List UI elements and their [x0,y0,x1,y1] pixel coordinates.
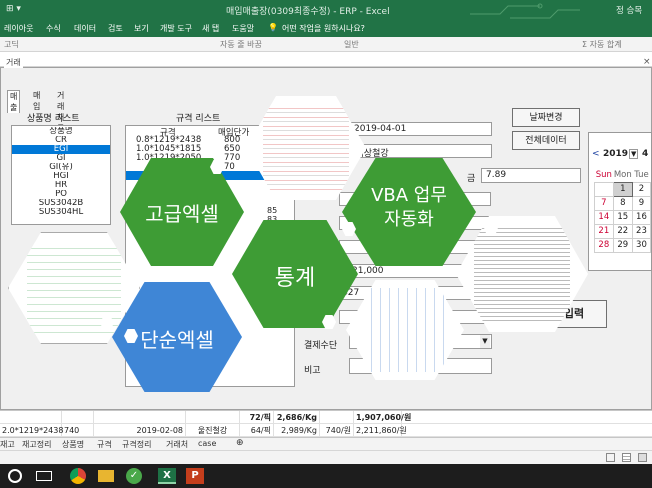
ribbon-tabs: 레이아웃 수식 데이터 검토 보기 개발 도구 새 탭 도움말 💡 어떤 작업을… [0,20,652,37]
list-item[interactable]: HR [12,181,110,190]
page-break-icon[interactable] [638,453,647,462]
form-title: 거래 [4,57,23,68]
quick-access-toolbar[interactable]: ⊞ ▾ [6,4,21,14]
unit-price-field[interactable]: 7.89 [481,168,581,183]
chevron-down-icon[interactable]: ▼ [629,149,639,159]
list-item[interactable]: GI [12,154,110,163]
table-row[interactable]: 72/픽 2,686/Kg 1,907,060/원 [0,411,652,424]
wrap-text-button[interactable]: 자동 줄 바꿈 [220,39,262,50]
calendar-month[interactable]: 4 [642,149,648,159]
list-item[interactable]: SUS3042B [12,199,110,208]
calendar-day[interactable] [594,181,614,197]
excel-icon[interactable]: X [158,468,176,484]
ribbon-tab-formulas[interactable]: 수식 [46,23,61,34]
calendar-day[interactable]: 2 [631,181,652,197]
font-name-box[interactable]: 고딕 [4,39,19,50]
calendar-day[interactable]: 23 [631,223,652,239]
date-picker[interactable]: < 2019 ▼ 4 Sun Mon Tue 1 2 7 8 9 14 15 1… [588,132,652,271]
tell-me-search[interactable]: 어떤 작업을 원하시나요? [282,23,365,34]
unit-price-label: 금 [467,174,476,184]
product-listbox[interactable]: 상품명 CR EGI GI GI(유) HGI HR PO SUS3042B S… [11,125,111,225]
product-list-label: 상품명 리스트 [27,114,80,124]
list-item[interactable]: CR [12,136,110,145]
worksheet-grid[interactable]: 72/픽 2,686/Kg 1,907,060/원 2.0*1219*2438 … [0,410,652,437]
date-change-button[interactable]: 날짜변경 [512,108,580,127]
table-row[interactable]: 2.0*1219*2438 740 2019-02-08 울진철강 64/픽 2… [0,424,652,437]
payment-label: 결제수단 [304,341,338,351]
list-item[interactable]: GI(유) [12,163,110,172]
calendar-day[interactable]: 28 [594,237,614,253]
ribbon-tab-view[interactable]: 보기 [134,23,149,34]
calendar-day[interactable]: 8 [612,195,633,211]
ribbon-tab-new[interactable]: 새 탭 [202,23,219,34]
sheet-tab[interactable]: 규격정리 [122,439,151,450]
list-item[interactable]: PO [12,190,110,199]
number-format-box[interactable]: 일반 [344,39,359,50]
normal-view-icon[interactable] [606,453,615,462]
partner-field[interactable]: )대상철강 [349,144,492,159]
calendar-grid: Sun Mon Tue 1 2 7 8 9 14 15 16 21 22 23 … [594,168,652,253]
list-item-selected[interactable]: EGI [12,145,110,154]
user-name[interactable]: 정 승목 [616,4,642,16]
all-data-button[interactable]: 전체데이터 [512,131,580,150]
list-item[interactable]: SUS304HL [12,208,110,217]
tab-purchase[interactable]: 매입 [31,90,42,112]
note-label: 비고 [304,366,321,376]
sheet-tab[interactable]: 거래처 [166,439,188,450]
previous-month-icon[interactable]: < [592,149,600,159]
add-sheet-icon[interactable]: ⊕ [236,438,244,448]
ribbon-tab-developer[interactable]: 개발 도구 [160,23,192,34]
weekday-label: Sun [595,169,612,180]
weekday-label: Tue [634,169,649,180]
calendar-day[interactable]: 9 [631,195,652,211]
sheet-tab[interactable]: 상품명 [62,439,84,450]
circuit-decoration [470,3,580,19]
date-field[interactable]: 2019-04-01 [349,122,492,136]
chrome-icon[interactable] [70,468,86,484]
calendar-day[interactable]: 29 [612,237,633,253]
calendar-day[interactable]: 30 [631,237,652,253]
powerpoint-icon[interactable]: P [186,468,204,484]
lightbulb-icon: 💡 [268,23,278,32]
page-layout-icon[interactable] [622,453,631,462]
ribbon: 고딕 자동 줄 바꿈 일반 Σ 자동 합계 [0,37,652,52]
file-explorer-icon[interactable] [98,470,114,482]
calendar-year[interactable]: 2019 [603,149,628,159]
tab-sales[interactable]: 매출 [7,90,21,113]
list-item[interactable]: 상품명 [12,127,110,136]
list-item[interactable]: HGI [12,172,110,181]
window-title: 매입매출장(0309최종수정) - ERP - Excel [226,7,390,17]
formula-bar[interactable] [0,52,652,67]
weekday-label: Mon [613,169,632,180]
calendar-day[interactable]: 7 [594,195,614,211]
sheet-tab[interactable]: 재고 [0,439,15,450]
messenger-icon[interactable]: ✓ [126,468,142,484]
calendar-day[interactable]: 15 [612,209,633,225]
autosum-button[interactable]: Σ 자동 합계 [582,39,622,50]
ribbon-tab-help[interactable]: 도움말 [232,23,254,34]
spec-list-label: 규격 리스트 [176,114,221,124]
calendar-day-today[interactable]: 1 [612,181,633,197]
ribbon-tab-review[interactable]: 검토 [108,23,123,34]
close-icon[interactable]: × [643,57,651,67]
task-view-icon[interactable] [36,471,52,481]
title-bar: ⊞ ▾ 매입매출장(0309최종수정) - ERP - Excel 정 승목 [0,0,652,20]
status-bar [0,450,652,464]
chevron-down-icon[interactable]: ▼ [480,335,490,348]
search-icon[interactable] [8,469,22,483]
sheet-tab[interactable]: 규격 [97,439,112,450]
ribbon-tab-layout[interactable]: 레이아웃 [4,23,33,34]
sheet-tab[interactable]: case [198,439,216,448]
ribbon-tab-data[interactable]: 데이터 [74,23,96,34]
calendar-day[interactable]: 16 [631,209,652,225]
calendar-day[interactable]: 21 [594,223,614,239]
sheet-tab-bar: 재고 재고정리 상품명 규격 규격정리 거래처 case ⊕ [0,437,652,450]
calendar-day[interactable]: 14 [594,209,614,225]
stat-value: 85 [267,206,278,215]
calendar-day[interactable]: 22 [612,223,633,239]
sheet-tab[interactable]: 재고정리 [22,439,51,450]
taskbar: ✓ X P [0,464,652,488]
